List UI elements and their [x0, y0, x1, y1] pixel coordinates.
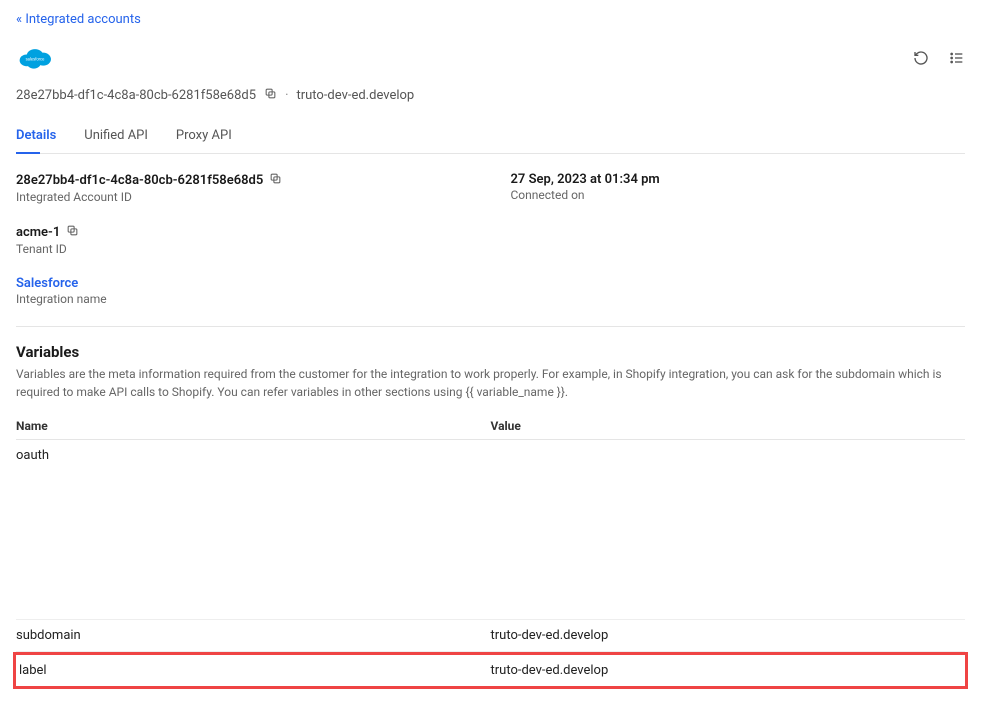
column-value: Value: [491, 419, 966, 433]
back-link[interactable]: « Integrated accounts: [16, 12, 141, 27]
tenant-id-label: Tenant ID: [16, 242, 471, 256]
refresh-icon[interactable]: [913, 50, 929, 70]
variables-title: Variables: [16, 343, 965, 361]
variable-name: oauth: [16, 448, 491, 463]
integrated-account-id-value: 28e27bb4-df1c-4c8a-80cb-6281f58e68d5: [16, 173, 263, 188]
breadcrumb-id: 28e27bb4-df1c-4c8a-80cb-6281f58e68d5: [16, 88, 256, 103]
tabs: Details Unified API Proxy API: [16, 120, 965, 154]
field-connected-on: 27 Sep, 2023 at 01:34 pm Connected on: [511, 172, 966, 204]
breadcrumb-suffix: truto-dev-ed.develop: [296, 88, 414, 103]
tenant-id-value: acme-1: [16, 225, 60, 240]
field-tenant-id: acme-1 Tenant ID: [16, 224, 471, 256]
tab-details[interactable]: Details: [16, 120, 56, 153]
field-integration-name: Salesforce Integration name: [16, 276, 471, 306]
integration-name-label: Integration name: [16, 292, 471, 306]
variable-value: truto-dev-ed.develop: [491, 663, 963, 678]
connected-on-value: 27 Sep, 2023 at 01:34 pm: [511, 172, 660, 187]
variable-row-label: label truto-dev-ed.develop: [13, 652, 968, 689]
connected-on-label: Connected on: [511, 188, 966, 202]
variable-name: label: [19, 663, 491, 678]
breadcrumb: 28e27bb4-df1c-4c8a-80cb-6281f58e68d5 · t…: [16, 87, 965, 104]
svg-text:salesforce: salesforce: [26, 56, 46, 61]
copy-icon[interactable]: [66, 224, 79, 241]
field-integrated-account-id: 28e27bb4-df1c-4c8a-80cb-6281f58e68d5 Int…: [16, 172, 471, 204]
copy-icon[interactable]: [264, 87, 277, 104]
integration-name-value[interactable]: Salesforce: [16, 276, 78, 291]
variables-description: Variables are the meta information requi…: [16, 365, 965, 401]
integrated-account-id-label: Integrated Account ID: [16, 190, 471, 204]
variable-value: truto-dev-ed.develop: [491, 628, 966, 643]
divider: [16, 326, 965, 327]
column-name: Name: [16, 419, 491, 433]
variables-header: Name Value: [16, 413, 965, 440]
variable-row-oauth: oauth: [16, 440, 965, 620]
variable-name: subdomain: [16, 628, 491, 643]
tab-unified-api[interactable]: Unified API: [84, 120, 148, 153]
separator-dot: ·: [285, 88, 288, 103]
copy-icon[interactable]: [269, 172, 282, 189]
salesforce-logo: salesforce: [16, 45, 54, 75]
variable-row-subdomain: subdomain truto-dev-ed.develop: [16, 620, 965, 652]
tab-proxy-api[interactable]: Proxy API: [176, 120, 232, 153]
list-icon[interactable]: [949, 50, 965, 70]
